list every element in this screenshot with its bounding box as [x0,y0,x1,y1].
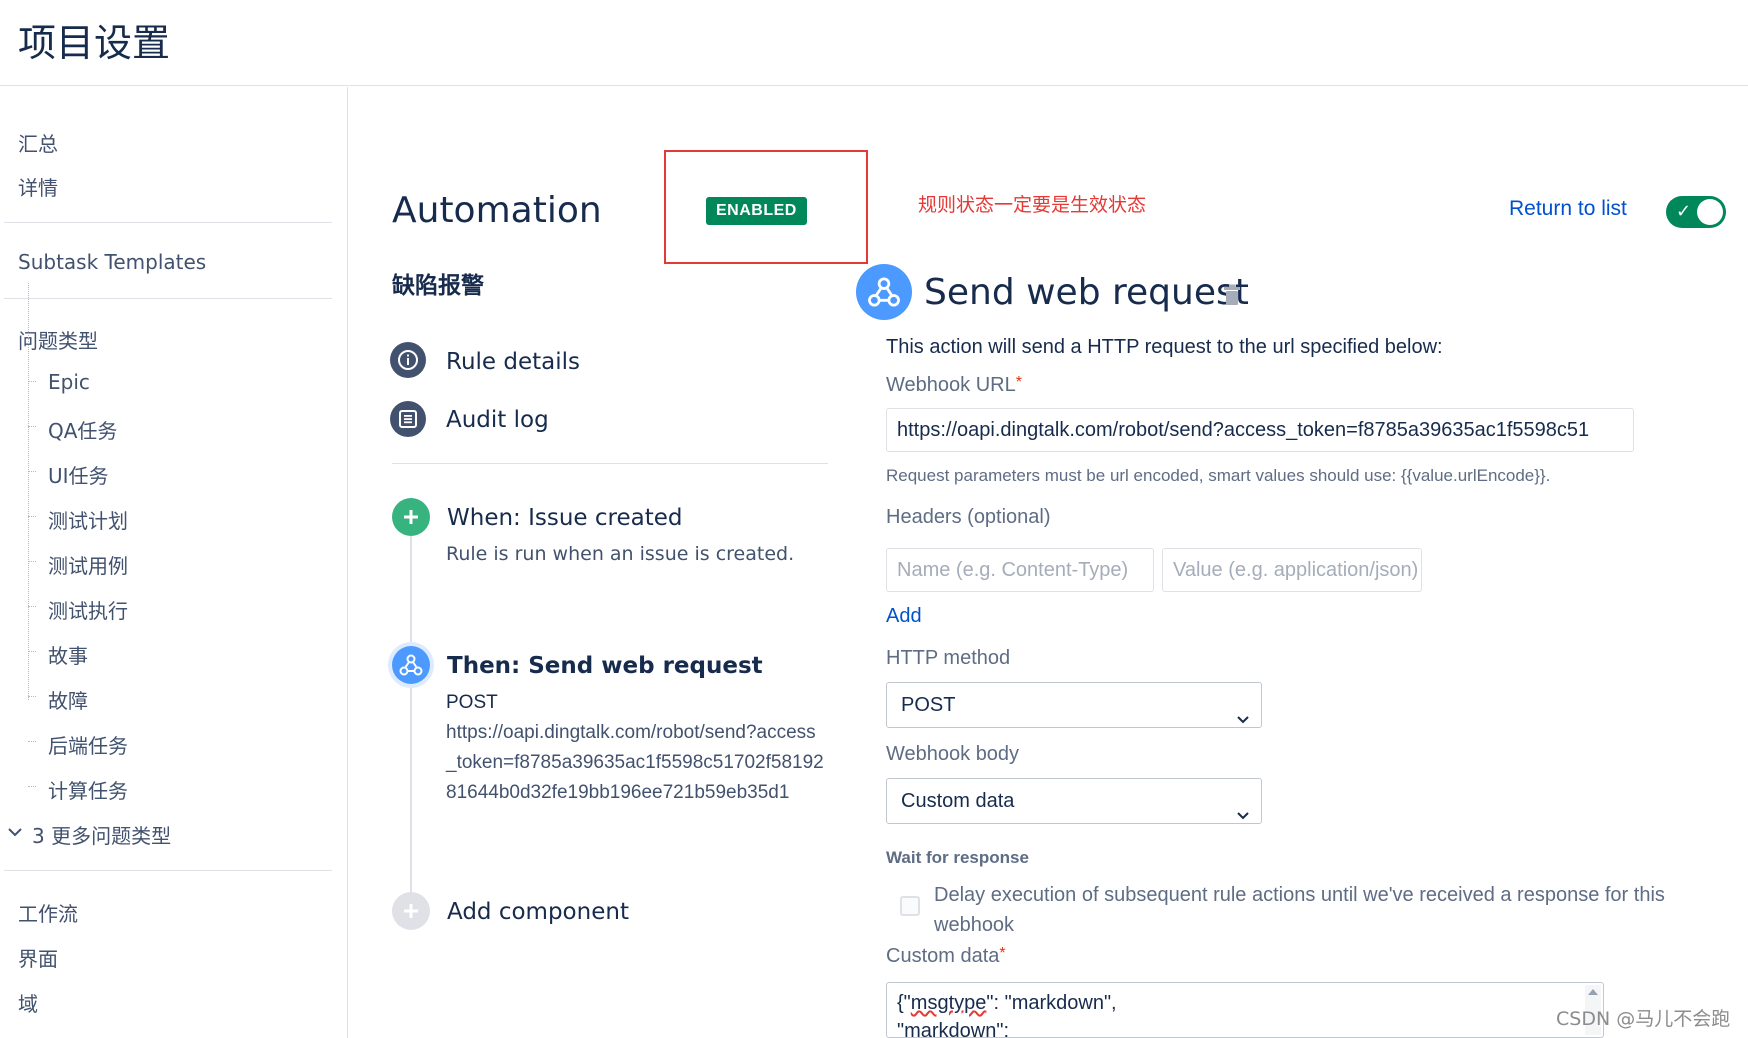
webhook-body-value: Custom data [901,790,1015,812]
toggle-knob [1697,199,1723,225]
tree-tick [28,696,36,697]
annotation-note: 规则状态一定要是生效状态 [918,194,1147,216]
tree-tick [28,786,36,787]
webhook-icon [856,264,912,320]
action-step-body: POST https://oapi.dingtalk.com/robot/sen… [446,688,826,808]
sidebar-subitem-story[interactable]: 故事 [48,640,88,669]
nav-audit-log[interactable]: Audit log [446,407,549,433]
sidebar-item-issue-types[interactable]: 问题类型 [18,325,98,354]
header-name-input[interactable]: Name (e.g. Content-Type) [886,548,1154,592]
page-title: 项目设置 [18,21,171,65]
sidebar-subitem-test-execution[interactable]: 测试执行 [48,595,128,624]
add-header-link[interactable]: Add [886,605,922,628]
tree-tick [28,471,36,472]
tree-tick [28,516,36,517]
sidebar-item-summary[interactable]: 汇总 [18,128,58,157]
tree-tick [28,651,36,652]
trigger-title[interactable]: When: Issue created [447,505,683,531]
trash-icon[interactable] [1222,284,1242,306]
rule-name: 缺陷报警 [392,273,484,299]
custom-data-line-1: {"msgtype": "markdown", [897,992,1117,1014]
rule-enabled-toggle[interactable]: ✓ [1666,196,1726,228]
webhook-url-label: Webhook URL* [886,374,1022,396]
sidebar-item-workflows[interactable]: 工作流 [18,898,78,927]
wait-for-response-checkbox[interactable] [900,896,920,916]
chevron-down-icon [1237,793,1249,820]
tree-tick [28,606,36,607]
plus-icon [392,498,430,536]
http-method-label: HTTP method [886,647,1011,669]
headers-label: Headers (optional) [886,506,1051,528]
sidebar-subitem-bug[interactable]: 故障 [48,685,88,714]
webhook-body-label: Webhook body [886,743,1020,765]
tree-tick [28,381,36,382]
trigger-subtitle: Rule is run when an issue is created. [446,543,795,565]
action-step-title[interactable]: Then: Send web request [447,653,763,679]
list-icon[interactable] [390,401,426,437]
action-description: This action will send a HTTP request to … [886,336,1443,358]
watermark: CSDN @马儿不会跑 [1556,1008,1731,1030]
sidebar-item-subtask-templates[interactable]: Subtask Templates [18,250,206,274]
sidebar-divider [4,870,332,871]
sidebar-divider [4,298,332,299]
sidebar-item-details[interactable]: 详情 [18,172,58,201]
url-help-text: Request parameters must be url encoded, … [886,466,1551,485]
sidebar-item-fields[interactable]: 域 [18,988,38,1017]
http-method-value: POST [901,694,956,716]
webhook-icon [392,646,430,684]
chevron-down-icon[interactable] [8,824,22,842]
return-to-list-link[interactable]: Return to list [1509,197,1627,221]
custom-data-textarea[interactable]: {"msgtype": "markdown", "markdown": [886,982,1604,1038]
add-component[interactable]: Add component [447,899,629,925]
custom-data-label: Custom data* [886,945,1006,967]
sidebar-subitem-qa[interactable]: QA任务 [48,415,117,444]
sidebar-subitem-epic[interactable]: Epic [48,370,90,394]
sidebar-subitem-backend-task[interactable]: 后端任务 [48,730,128,759]
sidebar-subitem-ui[interactable]: UI任务 [48,460,109,489]
sidebar-divider [4,222,332,223]
wait-for-response-label: Wait for response [886,848,1029,867]
scroll-up-icon[interactable] [1588,989,1598,995]
add-icon[interactable] [392,892,430,930]
action-step-method: POST [446,692,498,713]
nav-rule-details[interactable]: Rule details [446,349,580,375]
sidebar-subitem-compute-task[interactable]: 计算任务 [48,775,128,804]
http-method-select[interactable]: POST [886,682,1262,728]
timeline-line [410,536,412,906]
webhook-url-input[interactable]: https://oapi.dingtalk.com/robot/send?acc… [886,408,1634,452]
tree-line [28,283,29,700]
tree-tick [28,561,36,562]
wait-for-response-text: Delay execution of subsequent rule actio… [934,884,1665,936]
sidebar-item-screens[interactable]: 界面 [18,943,58,972]
divider [392,463,828,464]
automation-title: Automation [392,190,602,231]
tree-tick [28,426,36,427]
custom-data-line-2: "markdown": [897,1020,1010,1038]
sidebar-subitem-test-plan[interactable]: 测试计划 [48,505,128,534]
sidebar-subitem-test-case[interactable]: 测试用例 [48,550,128,579]
info-icon[interactable] [390,342,426,378]
spellcheck-word: msgtype [910,992,987,1014]
sidebar-item-more-issue-types[interactable]: 3 更多问题类型 [32,820,171,849]
action-step-url: https://oapi.dingtalk.com/robot/send?acc… [446,722,824,803]
page-header: 项目设置 [0,0,1748,86]
tree-tick [28,741,36,742]
status-badge: ENABLED [706,197,807,225]
action-title: Send web request [924,272,1249,313]
check-icon: ✓ [1676,201,1692,221]
header-value-input[interactable]: Value (e.g. application/json) [1162,548,1422,592]
webhook-body-select[interactable]: Custom data [886,778,1262,824]
custom-data-line-1-rest: ": "markdown", [986,992,1117,1014]
chevron-down-icon [1237,697,1249,724]
